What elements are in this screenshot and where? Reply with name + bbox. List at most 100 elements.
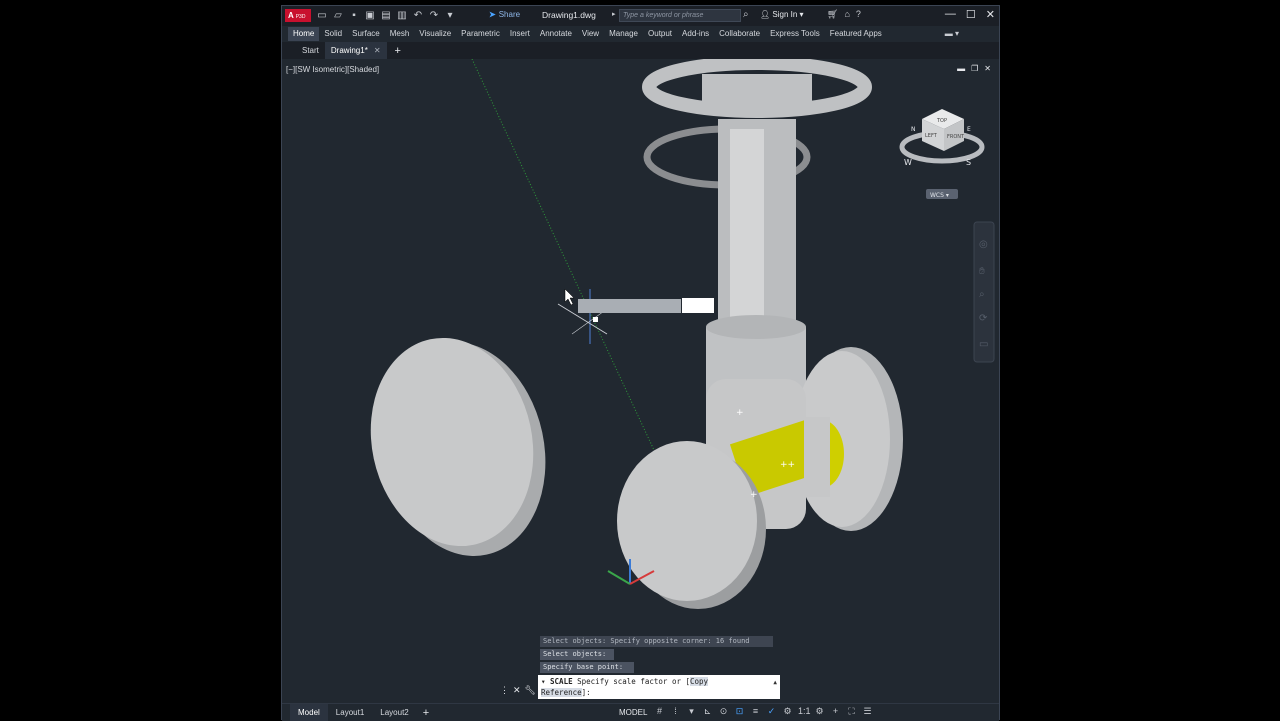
window-controls: — ☐ ✕ bbox=[945, 8, 995, 21]
workspace-icon[interactable]: ⚙︎ bbox=[782, 706, 793, 717]
grip-marker[interactable]: + bbox=[736, 408, 744, 418]
close-icon[interactable]: ✕ bbox=[986, 8, 995, 21]
close-tab-icon[interactable]: ✕ bbox=[374, 46, 381, 55]
new-layout-button[interactable]: + bbox=[417, 707, 429, 719]
qat-dropdown-icon[interactable]: ▾ bbox=[444, 10, 456, 22]
fullscreen-icon[interactable]: ⛶ bbox=[846, 706, 857, 717]
document-title: Drawing1.dwg bbox=[542, 10, 596, 20]
command-line-tools: ⋮ ✕ 🔧︎ bbox=[500, 685, 536, 696]
customize-wrench-icon[interactable]: 🔧︎ bbox=[525, 685, 536, 696]
polar-icon[interactable]: ⊙ bbox=[718, 706, 729, 717]
ribbon-tab-solid[interactable]: Solid bbox=[319, 27, 347, 41]
search-input[interactable]: Type a keyword or phrase bbox=[619, 9, 741, 22]
minimize-icon[interactable]: — bbox=[945, 8, 956, 21]
ribbon-tab-insert[interactable]: Insert bbox=[505, 27, 535, 41]
drawing-viewport[interactable]: + ++ + TOP LEFT FRONT W S N E WCS ▾ ◎ ✋︎… bbox=[282, 59, 999, 702]
help-icon[interactable]: ? bbox=[856, 9, 861, 20]
ribbon-toggle-icon[interactable]: ▬ ▾ bbox=[945, 29, 959, 38]
command-history-line: Specify base point: bbox=[540, 662, 634, 673]
viewport-close-icon[interactable]: ✕ bbox=[984, 64, 991, 73]
tab-layout2[interactable]: Layout2 bbox=[372, 704, 416, 721]
ortho-icon[interactable]: ⊾ bbox=[702, 706, 713, 717]
viewport-label[interactable]: [−][SW Isometric][Shaded] bbox=[286, 65, 379, 74]
ribbon-tab-featured-apps[interactable]: Featured Apps bbox=[825, 27, 887, 41]
ribbon-tab-manage[interactable]: Manage bbox=[604, 27, 643, 41]
chevron-down-icon: ▾ bbox=[799, 10, 804, 19]
ribbon-tab-add-ins[interactable]: Add-ins bbox=[677, 27, 714, 41]
ribbon-tab-collaborate[interactable]: Collaborate bbox=[714, 27, 765, 41]
compass-e-label: E bbox=[967, 126, 971, 133]
publish-icon[interactable]: ▤ bbox=[380, 10, 392, 22]
search-icon[interactable]: ⌕ bbox=[743, 9, 749, 20]
command-scroll-up-icon[interactable]: ▲ bbox=[773, 677, 777, 688]
scale-label[interactable]: 1:1 bbox=[798, 706, 811, 717]
command-dropdown-icon[interactable]: ▾ bbox=[541, 677, 546, 686]
zoom-icon[interactable]: ⌕ bbox=[979, 289, 985, 300]
tab-drawing1[interactable]: Drawing1* ✕ bbox=[324, 42, 387, 59]
osnap-icon[interactable]: ⊡ bbox=[734, 706, 745, 717]
tab-start[interactable]: Start bbox=[296, 42, 325, 59]
new-tab-button[interactable]: + bbox=[387, 45, 401, 57]
command-line-input[interactable]: ▾ SCALE Specify scale factor or [Copy Re… bbox=[538, 675, 780, 699]
lineweight-icon[interactable]: ≡ bbox=[750, 706, 761, 717]
settings-gear-icon[interactable]: ⚙︎ bbox=[814, 706, 825, 717]
print-icon[interactable]: ▥ bbox=[396, 10, 408, 22]
showmotion-icon[interactable]: ▭ bbox=[979, 339, 988, 350]
ribbon-tab-view[interactable]: View bbox=[577, 27, 604, 41]
save-icon[interactable]: ▪ bbox=[348, 10, 360, 22]
steering-wheel-icon[interactable]: ◎ bbox=[979, 239, 988, 250]
tab-model[interactable]: Model bbox=[290, 704, 328, 721]
maximize-icon[interactable]: ☐ bbox=[966, 8, 976, 21]
status-toggles: # ⁞ ▾ ⊾ ⊙ ⊡ ≡ ✓ ⚙︎ 1:1 ⚙︎ + ⛶ ☰ bbox=[654, 706, 873, 717]
pan-icon[interactable]: ✋︎ bbox=[979, 266, 985, 277]
infer-icon[interactable]: ▾ bbox=[686, 706, 697, 717]
annotation-icon[interactable]: ✓ bbox=[766, 706, 777, 717]
grid-icon[interactable]: # bbox=[654, 706, 665, 717]
user-icon: 👤︎ bbox=[760, 10, 771, 19]
ribbon-tab-express-tools[interactable]: Express Tools bbox=[765, 27, 825, 41]
ribbon-tab-mesh[interactable]: Mesh bbox=[385, 27, 415, 41]
option-reference[interactable]: Reference bbox=[541, 688, 582, 697]
ribbon-tab-home[interactable]: Home bbox=[288, 27, 320, 41]
add-icon[interactable]: + bbox=[830, 706, 841, 717]
app-logo[interactable]: A P3D bbox=[285, 9, 311, 22]
viewcube-top-label: TOP bbox=[936, 118, 947, 124]
compass-s-label: S bbox=[966, 158, 971, 167]
save-as-icon[interactable]: ▣ bbox=[364, 10, 376, 22]
tab-layout1[interactable]: Layout1 bbox=[328, 704, 372, 721]
new-file-icon[interactable]: ▭ bbox=[316, 10, 328, 22]
front-flange bbox=[617, 441, 757, 601]
open-folder-icon[interactable]: ▱ bbox=[332, 10, 344, 22]
dynamic-input-field bbox=[578, 299, 681, 313]
grip-marker[interactable]: + bbox=[750, 490, 758, 500]
share-button[interactable]: ➤ Share bbox=[489, 10, 520, 19]
body-cover bbox=[804, 417, 830, 497]
dynamic-input-value[interactable] bbox=[682, 298, 714, 313]
account-icon[interactable]: ⌂ bbox=[844, 9, 849, 20]
model-space-button[interactable]: MODEL bbox=[619, 704, 647, 721]
title-bar: A P3D ▭ ▱ ▪ ▣ ▤ ▥ ↶ ↷ ▾ ➤ Share Drawing1.… bbox=[282, 6, 999, 26]
viewcube-left-label: LEFT bbox=[925, 133, 938, 139]
bonnet-top bbox=[706, 315, 806, 339]
orbit-icon[interactable]: ⟳ bbox=[979, 313, 988, 324]
option-copy[interactable]: Copy bbox=[690, 677, 709, 686]
search-expand-icon[interactable]: ▸ bbox=[612, 10, 616, 18]
grip-handle-icon[interactable]: ⋮ bbox=[500, 685, 509, 696]
sign-in-button[interactable]: 👤︎ Sign In ▾ bbox=[760, 10, 804, 19]
redo-icon[interactable]: ↷ bbox=[428, 10, 440, 22]
viewcube[interactable]: TOP LEFT FRONT W S N E bbox=[899, 109, 985, 167]
viewport-restore-icon[interactable]: ❐ bbox=[971, 64, 978, 73]
compass-w-label: W bbox=[904, 158, 912, 167]
ribbon-tab-visualize[interactable]: Visualize bbox=[414, 27, 456, 41]
undo-icon[interactable]: ↶ bbox=[412, 10, 424, 22]
cart-icon[interactable]: 🛒︎ bbox=[827, 9, 838, 20]
ribbon-tab-surface[interactable]: Surface bbox=[347, 27, 385, 41]
close-command-icon[interactable]: ✕ bbox=[513, 685, 521, 696]
ribbon-tab-annotate[interactable]: Annotate bbox=[535, 27, 577, 41]
ribbon-tab-parametric[interactable]: Parametric bbox=[456, 27, 505, 41]
grip-marker[interactable]: ++ bbox=[780, 460, 795, 470]
snap-icon[interactable]: ⁞ bbox=[670, 706, 681, 717]
menu-icon[interactable]: ☰ bbox=[862, 706, 873, 717]
ribbon-tab-output[interactable]: Output bbox=[643, 27, 677, 41]
viewport-minimize-icon[interactable]: ▬ bbox=[957, 64, 965, 73]
